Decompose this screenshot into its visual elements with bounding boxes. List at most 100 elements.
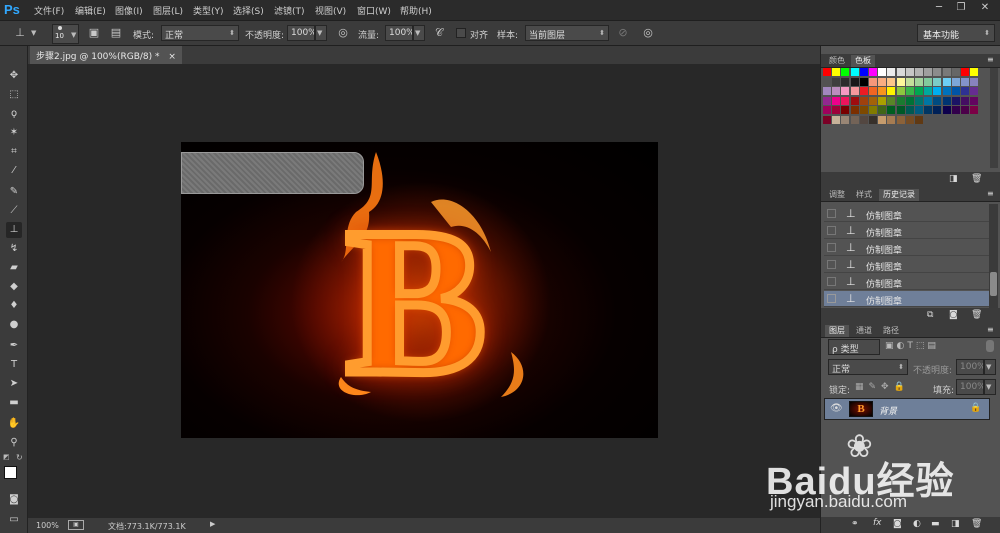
- tab-swatches[interactable]: 色板: [851, 55, 875, 67]
- path-selection-icon[interactable]: ➤: [6, 376, 22, 392]
- adjustment-layer-icon[interactable]: ◐: [913, 519, 921, 529]
- move-tool-icon[interactable]: ✥: [6, 68, 22, 84]
- history-item[interactable]: ⊥ 仿制图章: [824, 240, 989, 256]
- mode-select[interactable]: 正常 ⬍: [161, 25, 239, 41]
- workspace-select[interactable]: 基本功能 ⬍: [917, 24, 995, 42]
- color-swatch[interactable]: [878, 115, 887, 124]
- color-swatch[interactable]: [841, 68, 850, 76]
- color-swatch[interactable]: [951, 77, 960, 86]
- color-swatch[interactable]: [878, 106, 887, 114]
- image-canvas[interactable]: B: [181, 142, 658, 438]
- color-swatch[interactable]: [832, 96, 841, 105]
- color-swatch[interactable]: [970, 96, 979, 105]
- status-arrow-icon[interactable]: ▶: [210, 520, 215, 528]
- foreground-color-swatch[interactable]: [4, 466, 17, 479]
- color-swatch[interactable]: [841, 77, 850, 86]
- color-swatch[interactable]: [859, 68, 868, 76]
- brush-size-picker[interactable]: 10 ▼: [52, 24, 79, 44]
- color-swatch[interactable]: [823, 87, 831, 95]
- color-swatch[interactable]: [841, 96, 850, 105]
- history-brush-icon[interactable]: ↯: [6, 241, 22, 257]
- color-swatch[interactable]: [924, 87, 933, 95]
- color-swatch[interactable]: [896, 68, 905, 76]
- color-swatch[interactable]: [951, 96, 960, 105]
- color-swatch[interactable]: [823, 106, 831, 114]
- menu-edit[interactable]: 编辑(E): [75, 4, 106, 17]
- crop-tool-icon[interactable]: ⌗: [6, 144, 22, 160]
- menu-window[interactable]: 窗口(W): [357, 4, 391, 17]
- color-swatch[interactable]: [841, 87, 850, 95]
- color-swatch[interactable]: [823, 115, 831, 124]
- color-swatch[interactable]: [850, 115, 859, 124]
- color-swatch[interactable]: [869, 77, 877, 86]
- airbrush-icon[interactable]: 𝒞: [431, 25, 447, 41]
- document-tab[interactable]: 步骤2.jpg @ 100%(RGB/8) * ×: [30, 46, 182, 64]
- color-swatch[interactable]: [896, 115, 905, 124]
- color-swatch[interactable]: [933, 96, 942, 105]
- new-document-from-state-icon[interactable]: ⧉: [927, 310, 933, 320]
- color-swatch[interactable]: [951, 68, 960, 76]
- color-swatch[interactable]: [951, 106, 960, 114]
- color-swatch[interactable]: [915, 68, 923, 76]
- layer-opacity-input[interactable]: 100%: [956, 359, 984, 375]
- clone-source-panel-icon[interactable]: ▤: [108, 25, 124, 41]
- color-swatch[interactable]: [942, 77, 951, 86]
- color-swatch[interactable]: [915, 106, 923, 114]
- lasso-tool-icon[interactable]: ϙ: [6, 106, 22, 122]
- tab-paths[interactable]: 路径: [879, 325, 903, 337]
- color-swatch[interactable]: [961, 68, 969, 76]
- panel-menu-icon[interactable]: ≡: [987, 55, 994, 64]
- layer-style-fx-icon[interactable]: fx: [873, 518, 882, 528]
- sample-select[interactable]: 当前图层 ⬍: [525, 25, 609, 41]
- default-colors-icon[interactable]: ◩: [3, 453, 10, 461]
- color-swatch[interactable]: [905, 96, 914, 105]
- color-swatch[interactable]: [933, 106, 942, 114]
- align-checkbox[interactable]: [456, 28, 466, 38]
- color-swatch[interactable]: [942, 68, 951, 76]
- color-swatch[interactable]: [878, 96, 887, 105]
- color-swatch[interactable]: [859, 96, 868, 105]
- color-swatch[interactable]: [878, 68, 887, 76]
- layer-filter-select[interactable]: ρ 类型: [828, 339, 880, 355]
- color-swatch[interactable]: [850, 106, 859, 114]
- color-swatch[interactable]: [832, 106, 841, 114]
- type-tool-icon[interactable]: T: [6, 357, 22, 373]
- color-swatch[interactable]: [859, 115, 868, 124]
- rectangle-tool-icon[interactable]: ▬: [6, 395, 22, 411]
- color-swatch[interactable]: [887, 68, 896, 76]
- history-scroll-thumb[interactable]: [990, 272, 997, 296]
- menu-help[interactable]: 帮助(H): [400, 4, 432, 17]
- history-item[interactable]: ⊥ 仿制图章: [824, 223, 989, 239]
- color-swatch[interactable]: [905, 87, 914, 95]
- color-swatch[interactable]: [878, 87, 887, 95]
- filter-toggle[interactable]: [986, 340, 994, 352]
- status-menu-icon[interactable]: ▣: [68, 520, 84, 530]
- color-swatch[interactable]: [905, 68, 914, 76]
- color-swatch[interactable]: [850, 77, 859, 86]
- color-swatch[interactable]: [832, 115, 841, 124]
- color-swatch[interactable]: [823, 96, 831, 105]
- color-swatch[interactable]: [887, 96, 896, 105]
- color-swatch[interactable]: [970, 68, 979, 76]
- zoom-level[interactable]: 100%: [36, 521, 59, 530]
- new-layer-icon[interactable]: ◨: [951, 519, 960, 529]
- eraser-tool-icon[interactable]: ▰: [6, 260, 22, 276]
- trash-icon[interactable]: 🗑: [971, 174, 982, 184]
- flow-dropdown[interactable]: ▼: [413, 25, 425, 41]
- pressure-opacity-icon[interactable]: ◎: [335, 25, 351, 41]
- tab-styles[interactable]: 样式: [852, 189, 876, 201]
- color-swatch[interactable]: [915, 87, 923, 95]
- color-swatch[interactable]: [869, 106, 877, 114]
- screen-mode-icon[interactable]: ▭: [6, 512, 22, 528]
- flow-input[interactable]: 100%: [385, 25, 413, 41]
- color-swatch[interactable]: [823, 68, 831, 76]
- trash-icon[interactable]: 🗑: [971, 519, 982, 529]
- color-swatch[interactable]: [859, 87, 868, 95]
- color-swatch[interactable]: [869, 87, 877, 95]
- chevron-down-icon[interactable]: ▼: [31, 29, 36, 37]
- color-swatch[interactable]: [905, 77, 914, 86]
- color-swatch[interactable]: [924, 96, 933, 105]
- opacity-dropdown[interactable]: ▼: [315, 25, 327, 41]
- color-swatch[interactable]: [924, 68, 933, 76]
- menu-image[interactable]: 图像(I): [115, 4, 143, 17]
